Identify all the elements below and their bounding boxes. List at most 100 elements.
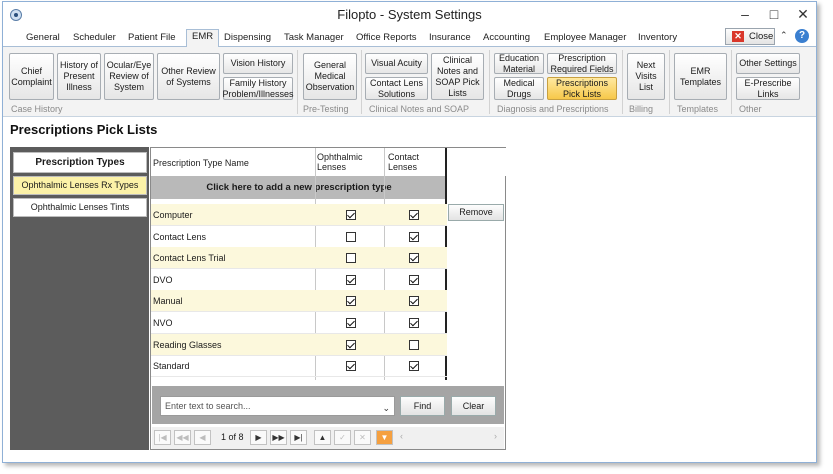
move-up-icon[interactable]: ▲ [314, 430, 331, 445]
contact-checkbox[interactable] [409, 231, 419, 242]
scroll-right-icon[interactable]: › [494, 431, 497, 441]
page-title: Prescriptions Pick Lists [10, 122, 158, 137]
previous-page-icon[interactable]: ◀ [194, 430, 211, 445]
medical-drugs-button[interactable]: Medical Drugs [494, 77, 544, 100]
close-icon: ✕ [732, 31, 744, 42]
table-row[interactable]: Computer [151, 204, 447, 226]
table-row[interactable]: Manual [151, 290, 447, 313]
ophthalmic-checkbox[interactable] [346, 253, 356, 264]
sidebar-item-tints[interactable]: Ophthalmic Lenses Tints [13, 198, 147, 217]
add-prescription-type-row[interactable]: Click here to add a new prescription typ… [151, 176, 447, 199]
chevron-down-icon[interactable]: ⌄ [382, 399, 390, 417]
education-material-button[interactable]: Education Material [494, 53, 544, 74]
column-header-ophthalmic[interactable]: Ophthalmic Lenses [317, 152, 363, 172]
ophthalmic-checkbox[interactable] [346, 210, 356, 220]
scroll-left-icon[interactable]: ‹ [400, 431, 403, 441]
find-button[interactable]: Find [400, 396, 445, 416]
next-page-icon[interactable]: ▶ [250, 430, 267, 445]
tab-scheduler[interactable]: Scheduler [68, 31, 121, 47]
tab-general[interactable]: General [21, 31, 65, 47]
ophthalmic-checkbox[interactable] [346, 361, 356, 372]
first-page-icon[interactable]: |◀ [154, 430, 171, 445]
tab-dispensing[interactable]: Dispensing [219, 31, 276, 47]
ribbon: Chief Complaint History of Present Illne… [3, 47, 816, 117]
table-row[interactable]: Reading Glasses [151, 333, 447, 356]
remove-button[interactable]: Remove [448, 204, 504, 221]
emr-templates-button[interactable]: EMR Templates [674, 53, 727, 100]
tab-task-manager[interactable]: Task Manager [279, 31, 349, 47]
vision-history-button[interactable]: Vision History [223, 53, 293, 74]
sidebar-item-rx-types[interactable]: Ophthalmic Lenses Rx Types [13, 176, 147, 195]
ophthalmic-checkbox[interactable] [346, 339, 356, 350]
group-diagnosis: Diagnosis and Prescriptions [497, 104, 609, 114]
search-input[interactable]: Enter text to search... ⌄ [160, 396, 395, 416]
tab-patient-file[interactable]: Patient File [123, 31, 181, 47]
ophthalmic-checkbox[interactable] [346, 274, 356, 285]
filter-icon[interactable]: ▼ [376, 430, 393, 445]
sidebar-header: Prescription Types [13, 152, 147, 173]
prescription-required-fields-button[interactable]: Prescription Required Fields [547, 53, 617, 74]
previous-page-group-icon[interactable]: ◀◀ [174, 430, 191, 445]
column-header-contact[interactable]: Contact Lenses [388, 152, 428, 172]
ocular-review-button[interactable]: Ocular/Eye Review of System [104, 53, 154, 100]
cancel-icon[interactable]: ✕ [354, 430, 371, 445]
row-name-cell: NVO [153, 318, 173, 328]
visual-acuity-button[interactable]: Visual Acuity [365, 53, 428, 74]
chief-complaint-button[interactable]: Chief Complaint [9, 53, 54, 100]
tab-employee-manager[interactable]: Employee Manager [539, 31, 631, 47]
window-close-button[interactable]: ✕ [790, 4, 816, 24]
ophthalmic-checkbox[interactable] [346, 296, 356, 307]
minimize-button[interactable]: – [732, 4, 758, 24]
clear-button[interactable]: Clear [451, 396, 496, 416]
table-row[interactable]: NVO [151, 312, 447, 334]
prescriptions-pick-lists-button[interactable]: Prescriptions Pick Lists [547, 77, 617, 100]
ribbon-separator [622, 50, 623, 114]
group-billing: Billing [629, 104, 654, 114]
contact-checkbox[interactable] [409, 296, 419, 307]
table-row[interactable]: Contact Lens [151, 226, 447, 248]
ribbon-collapse-icon[interactable]: ⌃ [780, 30, 788, 41]
contact-checkbox[interactable] [409, 339, 419, 350]
module-tabs: General Scheduler Patient File EMR Dispe… [3, 28, 816, 48]
other-review-systems-button[interactable]: Other Review of Systems [157, 53, 220, 100]
ophthalmic-checkbox[interactable] [346, 318, 356, 328]
ophthalmic-checkbox[interactable] [346, 231, 356, 242]
tab-emr[interactable]: EMR [186, 29, 220, 48]
search-bar: Enter text to search... ⌄ Find Clear [152, 386, 504, 424]
clinical-notes-pick-lists-button[interactable]: Clinical Notes and SOAP Pick Lists [431, 53, 484, 100]
contact-checkbox[interactable] [409, 318, 419, 328]
table-row[interactable]: Standard [151, 355, 447, 378]
table-row[interactable]: Contact Lens Trial [151, 247, 447, 270]
prescription-types-grid: Prescription Type Name Ophthalmic Lenses… [150, 147, 507, 450]
table-row[interactable]: DVO [151, 269, 447, 291]
record-navigator: |◀ ◀◀ ◀ 1 of 8 ▶ ▶▶ ▶| ▲ ✓ ✕ ▼ ‹ › [152, 427, 504, 449]
history-present-illness-button[interactable]: History of Present Illness [57, 53, 101, 100]
confirm-icon[interactable]: ✓ [334, 430, 351, 445]
row-name-cell: Manual [153, 296, 183, 307]
maximize-button[interactable]: □ [761, 4, 787, 24]
other-settings-button[interactable]: Other Settings [736, 53, 800, 74]
general-medical-observation-button[interactable]: General Medical Observation [303, 53, 357, 100]
next-page-group-icon[interactable]: ▶▶ [270, 430, 287, 445]
family-history-button[interactable]: Family History Problem/Illnesses [223, 77, 294, 100]
contact-checkbox[interactable] [409, 253, 419, 264]
contact-lens-solutions-button[interactable]: Contact Lens Solutions [365, 77, 428, 100]
column-header-name[interactable]: Prescription Type Name [153, 158, 249, 168]
ribbon-separator [361, 50, 362, 114]
group-case-history: Case History [11, 104, 63, 114]
last-page-icon[interactable]: ▶| [290, 430, 307, 445]
help-icon[interactable]: ? [795, 29, 809, 43]
contact-checkbox[interactable] [409, 361, 419, 372]
ribbon-separator [669, 50, 670, 114]
title-bar: Filopto - System Settings – □ ✕ [3, 2, 816, 28]
tab-accounting[interactable]: Accounting [478, 31, 535, 47]
e-prescribe-links-button[interactable]: E-Prescribe Links [736, 77, 800, 100]
tab-inventory[interactable]: Inventory [633, 31, 682, 47]
tab-office-reports[interactable]: Office Reports [351, 31, 422, 47]
contact-checkbox[interactable] [409, 210, 419, 220]
next-visits-list-button[interactable]: Next Visits List [627, 53, 665, 100]
ribbon-separator [297, 50, 298, 114]
tab-insurance[interactable]: Insurance [424, 31, 476, 47]
close-button[interactable]: ✕ Close [725, 28, 775, 45]
contact-checkbox[interactable] [409, 274, 419, 285]
